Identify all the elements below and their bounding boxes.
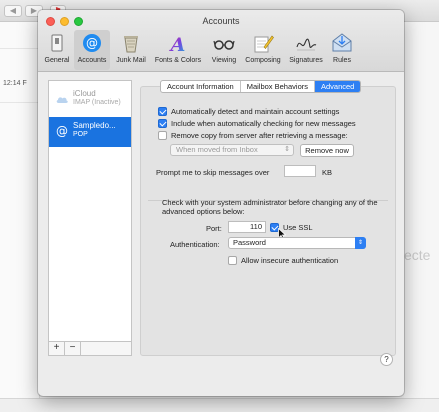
account-list[interactable]: iCloud IMAP (Inactive) @ Sampledo... POP <box>48 80 132 342</box>
toolbar-label: Signatures <box>289 57 323 64</box>
authentication-label: Authentication: <box>170 240 220 249</box>
pencil-notepad-icon <box>254 35 274 53</box>
help-button[interactable]: ? <box>380 353 393 366</box>
skip-messages-label: Prompt me to skip messages over <box>156 168 270 177</box>
background-preview-text: ecte <box>404 247 431 263</box>
port-label: Port: <box>206 224 222 233</box>
auto-detect-option[interactable]: Automatically detect and maintain accoun… <box>158 106 339 117</box>
include-check-option[interactable]: Include when automatically checking for … <box>158 118 356 129</box>
account-name: iCloud <box>73 89 96 98</box>
toolbar-accounts[interactable]: @ Accounts <box>74 30 110 70</box>
toolbar-composing[interactable]: Composing <box>242 30 284 70</box>
trash-bin-icon <box>124 36 138 53</box>
divider <box>0 102 40 103</box>
window-title: Accounts <box>202 16 240 26</box>
remove-copy-option[interactable]: Remove copy from server after retrieving… <box>158 130 348 141</box>
skip-messages-unit: KB <box>322 168 333 177</box>
toolbar-fonts-colors[interactable]: A Fonts & Colors <box>151 30 205 70</box>
tab-account-information[interactable]: Account Information <box>161 81 241 92</box>
cloud-icon <box>56 97 68 103</box>
account-item-sampledomain[interactable]: @ Sampledo... POP <box>49 117 131 147</box>
settings-tabs: Account Information Mailbox Behaviors Ad… <box>160 80 362 93</box>
account-type: POP <box>73 131 88 138</box>
general-switch-icon <box>51 34 63 52</box>
remove-when-value: When moved from Inbox <box>176 145 258 154</box>
divider <box>0 48 40 49</box>
toolbar-label: Rules <box>333 57 351 64</box>
signature-icon <box>296 38 317 51</box>
authentication-value: Password <box>233 238 266 247</box>
remove-now-button[interactable]: Remove now <box>300 144 354 157</box>
remove-copy-label: Remove copy from server after retrieving… <box>171 131 348 140</box>
insecure-auth-option[interactable]: Allow insecure authentication <box>228 255 338 266</box>
toolbar-junk-mail[interactable]: Junk Mail <box>112 30 150 70</box>
toolbar-signatures[interactable]: Signatures <box>286 30 326 70</box>
toolbar-viewing[interactable]: Viewing <box>207 30 241 70</box>
auto-detect-label: Automatically detect and maintain accoun… <box>171 107 340 116</box>
glasses-icon <box>213 40 235 50</box>
port-input[interactable]: 110 <box>228 221 266 233</box>
toolbar-label: Accounts <box>77 57 107 64</box>
toolbar-label: Junk Mail <box>116 57 146 64</box>
accounts-preferences-window: Accounts General @ Accounts Junk Mail A … <box>38 10 404 396</box>
toolbar-label: Composing <box>245 57 281 64</box>
at-sign-icon: @ <box>56 124 68 138</box>
at-sign-icon: @ <box>83 34 101 52</box>
authentication-select[interactable]: Password ⇕ <box>228 237 366 249</box>
toolbar-label: General <box>44 57 70 64</box>
include-check-label: Include when automatically checking for … <box>171 119 356 128</box>
background-status-bar <box>0 398 439 412</box>
stepper-arrows-icon: ⇕ <box>284 146 290 153</box>
svg-text:@: @ <box>86 36 98 50</box>
remove-account-button[interactable]: − <box>65 342 81 355</box>
svg-text:@: @ <box>56 124 68 138</box>
use-ssl-option[interactable]: Use SSL <box>270 222 313 233</box>
advanced-warning-text: Check with your system administrator bef… <box>162 198 378 216</box>
account-name: Sampledo... <box>73 121 116 130</box>
account-type: IMAP (Inactive) <box>73 99 121 106</box>
chevron-updown-icon: ⇕ <box>355 237 366 249</box>
auto-detect-checkbox[interactable] <box>158 107 167 116</box>
skip-messages-size-input[interactable] <box>284 165 316 177</box>
insecure-auth-checkbox[interactable] <box>228 256 237 265</box>
back-icon[interactable]: ◀ <box>4 5 22 17</box>
toolbar-label: Viewing <box>211 57 237 64</box>
tab-advanced[interactable]: Advanced <box>314 81 361 92</box>
toolbar-rules[interactable]: Rules <box>328 30 356 70</box>
account-item-icloud[interactable]: iCloud IMAP (Inactive) <box>49 85 131 115</box>
background-preview-pane <box>404 22 439 412</box>
font-a-icon: A <box>169 34 186 53</box>
include-check-checkbox[interactable] <box>158 119 167 128</box>
tab-mailbox-behaviors[interactable]: Mailbox Behaviors <box>241 81 315 92</box>
svg-text:A: A <box>169 34 186 53</box>
remove-when-select[interactable]: When moved from Inbox ⇕ <box>170 144 294 156</box>
insecure-auth-label: Allow insecure authentication <box>241 256 339 265</box>
use-ssl-label: Use SSL <box>283 223 313 232</box>
background-message-list: 12:14 F <box>0 22 40 412</box>
account-list-buttons: + − <box>48 342 132 356</box>
add-account-button[interactable]: + <box>49 342 65 355</box>
toolbar-label: Fonts & Colors <box>154 57 202 64</box>
rules-envelope-icon <box>332 33 352 52</box>
remove-copy-checkbox[interactable] <box>158 131 167 140</box>
message-time: 12:14 F <box>3 80 27 87</box>
window-titlebar: Accounts General @ Accounts Junk Mail A … <box>38 10 404 72</box>
toolbar-general[interactable]: General <box>42 30 72 70</box>
